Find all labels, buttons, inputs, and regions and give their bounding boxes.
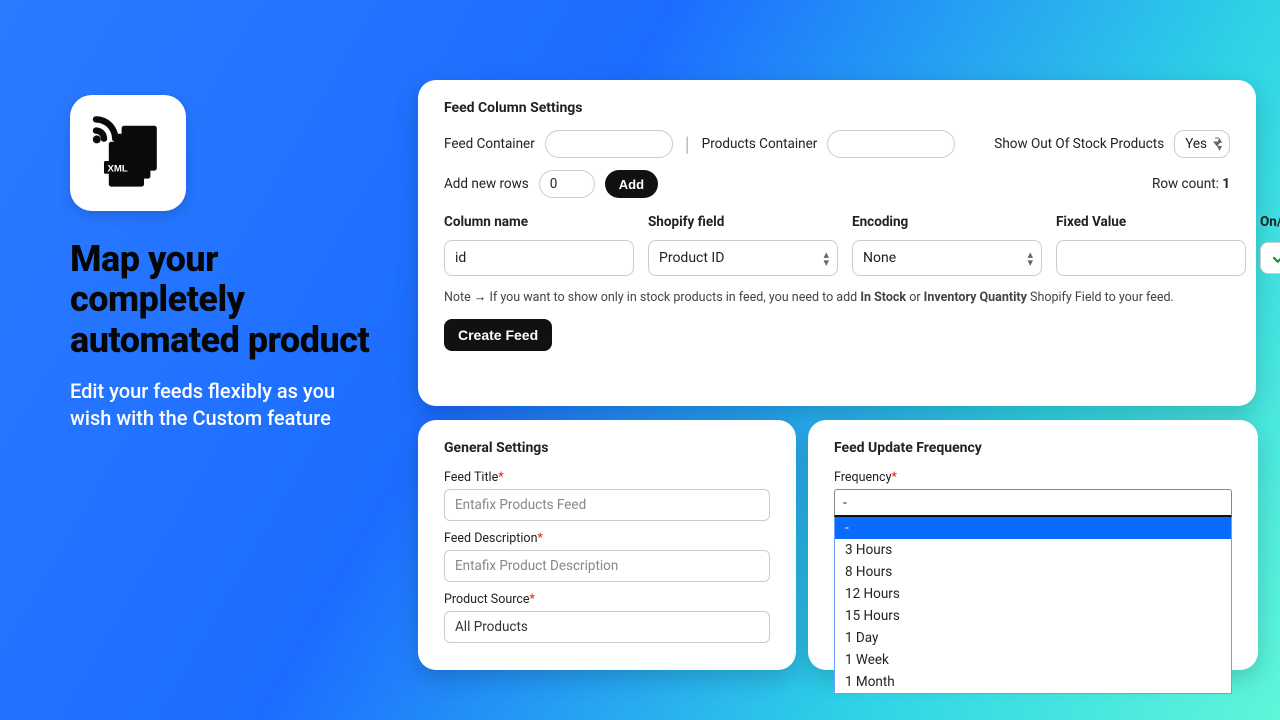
show-oos-value: Yes <box>1185 136 1207 152</box>
column-name-input[interactable]: id <box>444 240 634 276</box>
frequency-dropdown[interactable]: - 3 Hours 8 Hours 12 Hours 15 Hours 1 Da… <box>834 517 1232 694</box>
onoff-toggle[interactable] <box>1260 242 1280 274</box>
promo-subline: Edit your feeds flexibly as you wish wit… <box>70 378 370 432</box>
row-count: Row count: 1 <box>1152 176 1230 192</box>
frequency-option[interactable]: 8 Hours <box>835 561 1231 583</box>
shopify-field-select[interactable]: Product ID ▴▾ <box>648 240 838 276</box>
feed-title-label: Feed Title* <box>444 470 770 485</box>
arrow-right-icon: → <box>474 290 487 305</box>
th-onoff: On/Off <box>1260 214 1280 230</box>
frequency-option[interactable]: 1 Week <box>835 649 1231 671</box>
svg-text:XML: XML <box>107 163 127 174</box>
product-source-select[interactable]: All Products <box>444 611 770 643</box>
feed-description-label: Feed Description* <box>444 531 770 546</box>
th-shopify-field: Shopify field <box>648 214 838 230</box>
feed-container-input[interactable] <box>545 130 673 158</box>
create-feed-button[interactable]: Create Feed <box>444 319 552 351</box>
section-title: Feed Column Settings <box>444 100 1230 116</box>
show-oos-select[interactable]: Yes ▴▾ <box>1174 130 1230 158</box>
table-row: id Product ID ▴▾ None ▴▾ <box>444 240 1230 276</box>
encoding-select[interactable]: None ▴▾ <box>852 240 1042 276</box>
feed-container-label: Feed Container <box>444 136 535 152</box>
chevron-updown-icon: ▴▾ <box>1217 137 1222 153</box>
frequency-label: Frequency* <box>834 470 1232 485</box>
promo-headline: Map your completely automated product <box>70 239 370 360</box>
add-rows-label: Add new rows <box>444 176 529 192</box>
frequency-option[interactable]: 1 Day <box>835 627 1231 649</box>
add-rows-input[interactable]: 0 <box>539 170 595 198</box>
chevron-updown-icon: ▴▾ <box>823 251 829 267</box>
card-feed-column-settings: Feed Column Settings Feed Container | Pr… <box>418 80 1256 406</box>
feed-title-input[interactable]: Entafix Products Feed <box>444 489 770 521</box>
th-encoding: Encoding <box>852 214 1042 230</box>
separator: | <box>685 132 690 156</box>
frequency-option[interactable]: 1 Month <box>835 671 1231 693</box>
frequency-option[interactable]: 3 Hours <box>835 539 1231 561</box>
add-button[interactable]: Add <box>605 170 658 198</box>
feed-description-input[interactable]: Entafix Product Description <box>444 550 770 582</box>
card-feed-update-frequency: Feed Update Frequency Frequency* - - 3 H… <box>808 420 1258 670</box>
th-fixed-value: Fixed Value <box>1056 214 1246 230</box>
show-oos-label: Show Out Of Stock Products <box>994 136 1164 152</box>
frequency-option[interactable]: 15 Hours <box>835 605 1231 627</box>
section-title: General Settings <box>444 440 770 456</box>
frequency-option[interactable]: 12 Hours <box>835 583 1231 605</box>
fixed-value-input[interactable] <box>1056 240 1246 276</box>
frequency-option[interactable]: - <box>835 517 1231 539</box>
check-icon <box>1271 249 1280 267</box>
th-column-name: Column name <box>444 214 634 230</box>
products-container-input[interactable] <box>827 130 955 158</box>
app-icon: XML <box>70 95 186 211</box>
section-title: Feed Update Frequency <box>834 440 1232 456</box>
frequency-select[interactable]: - <box>834 489 1232 517</box>
chevron-updown-icon: ▴▾ <box>1027 251 1033 267</box>
card-general-settings: General Settings Feed Title* Entafix Pro… <box>418 420 796 670</box>
note-text: Note → If you want to show only in stock… <box>444 290 1230 305</box>
products-container-label: Products Container <box>702 136 818 152</box>
xml-file-rss-icon: XML <box>88 113 168 193</box>
product-source-label: Product Source* <box>444 592 770 607</box>
